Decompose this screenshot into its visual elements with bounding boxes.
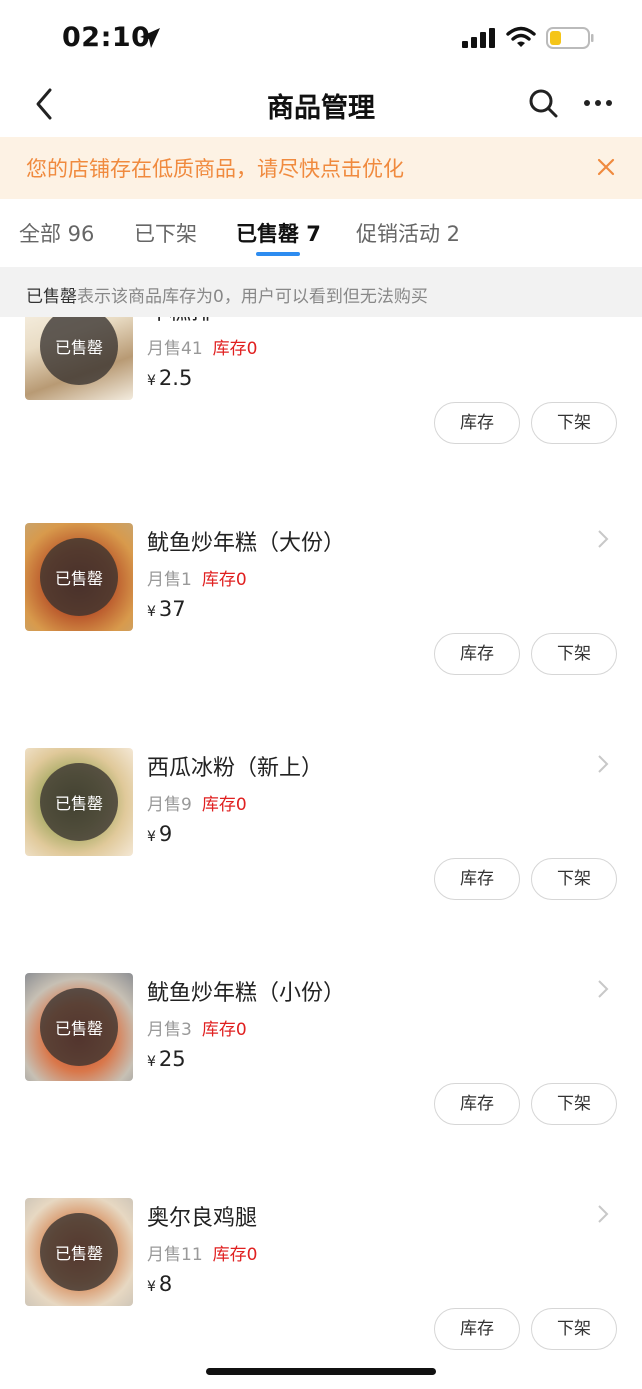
wifi-icon: [506, 26, 536, 47]
stock-count: 库存0: [212, 1245, 258, 1265]
product-price: ¥8: [147, 1272, 172, 1296]
product-image: 已售罄: [25, 317, 133, 400]
sold-out-badge-label: 已售罄: [54, 338, 103, 357]
search-icon[interactable]: [528, 88, 558, 120]
product-image: 已售罄: [25, 523, 133, 631]
stock-button[interactable]: 库存: [434, 858, 520, 900]
stock-count: 库存0: [201, 1020, 247, 1040]
product-card[interactable]: 已售罄 西瓜冰粉（新上） 月售9 库存0 ¥9 库存 下架: [0, 748, 642, 973]
monthly-sales: 月售11: [147, 1245, 203, 1265]
monthly-sales: 月售1: [147, 570, 192, 590]
tab-delisted[interactable]: 已下架: [134, 218, 197, 248]
sold-out-badge-label: 已售罄: [54, 1019, 103, 1038]
info-description: 表示该商品库存为0，用户可以看到但无法购买: [77, 287, 428, 307]
sold-out-badge-label: 已售罄: [54, 1244, 103, 1263]
product-price: ¥25: [147, 1047, 186, 1071]
sold-out-badge: 已售罄: [40, 763, 118, 841]
nav-bar: 商品管理: [0, 76, 642, 136]
tab-sold-out[interactable]: 已售罄 7: [236, 218, 321, 248]
product-card[interactable]: 已售罄 鱿鱼炒年糕（小份） 月售3 库存0 ¥25 库存 下架: [0, 973, 642, 1198]
sold-out-info-bar: 已售罄表示该商品库存为0，用户可以看到但无法购买: [0, 267, 642, 317]
filter-tabs: 全部 96 已下架 已售罄 7 促销活动 2: [0, 200, 642, 266]
chevron-right-icon[interactable]: [596, 317, 610, 318]
stock-button[interactable]: 库存: [434, 1308, 520, 1350]
chevron-right-icon[interactable]: [596, 529, 610, 549]
price-symbol: ¥: [147, 1279, 156, 1295]
active-tab-indicator: [256, 252, 300, 256]
product-price: ¥37: [147, 597, 186, 621]
sold-out-badge: 已售罄: [40, 538, 118, 616]
chevron-right-icon[interactable]: [596, 979, 610, 999]
close-icon[interactable]: [596, 157, 616, 177]
sold-out-badge-label: 已售罄: [54, 569, 103, 588]
stock-button[interactable]: 库存: [434, 1083, 520, 1125]
product-name: 鱿鱼炒年糕（大份）: [147, 531, 346, 556]
price-value: 8: [158, 1272, 173, 1296]
delist-button[interactable]: 下架: [531, 858, 617, 900]
price-symbol: ¥: [147, 604, 156, 620]
product-image: 已售罄: [25, 973, 133, 1081]
chevron-right-icon[interactable]: [596, 1204, 610, 1224]
stock-button[interactable]: 库存: [434, 633, 520, 675]
stock-count: 库存0: [201, 795, 247, 815]
product-card[interactable]: 已售罄 鱿鱼炒年糕（大份） 月售1 库存0 ¥37 库存 下架: [0, 523, 642, 748]
monthly-sales: 月售41: [147, 339, 203, 359]
price-symbol: ¥: [147, 373, 156, 389]
location-arrow-icon: [140, 28, 160, 48]
product-meta: 月售3 库存0: [147, 1015, 247, 1040]
monthly-sales: 月售3: [147, 1020, 192, 1040]
product-price: ¥9: [147, 822, 172, 846]
product-name: 奥尔良鸡腿: [147, 1206, 258, 1231]
product-meta: 月售11 库存0: [147, 1240, 257, 1265]
delist-button[interactable]: 下架: [531, 1308, 617, 1350]
price-value: 9: [158, 822, 173, 846]
product-name: 年糕排: [147, 317, 213, 326]
monthly-sales: 月售9: [147, 795, 192, 815]
status-bar: 02:10: [0, 0, 642, 76]
product-meta: 月售1 库存0: [147, 565, 247, 590]
chevron-right-icon[interactable]: [596, 754, 610, 774]
sold-out-badge: 已售罄: [40, 1213, 118, 1291]
stock-button[interactable]: 库存: [434, 402, 520, 444]
info-text: 已售罄表示该商品库存为0，用户可以看到但无法购买: [26, 282, 428, 307]
battery-icon: [546, 27, 594, 49]
sold-out-badge-label: 已售罄: [54, 794, 103, 813]
price-value: 37: [158, 597, 186, 621]
tab-promotions[interactable]: 促销活动 2: [356, 218, 460, 248]
price-value: 2.5: [158, 366, 193, 390]
product-card[interactable]: 已售罄 年糕排 月售41 库存0 ¥2.5 库存 下架: [0, 317, 642, 517]
stock-count: 库存0: [212, 339, 258, 359]
product-price: ¥2.5: [147, 366, 192, 390]
product-name: 鱿鱼炒年糕（小份）: [147, 981, 346, 1006]
price-symbol: ¥: [147, 1054, 156, 1070]
product-image: 已售罄: [25, 748, 133, 856]
stock-count: 库存0: [201, 570, 247, 590]
product-meta: 月售9 库存0: [147, 790, 247, 815]
tab-all[interactable]: 全部 96: [19, 218, 94, 248]
price-symbol: ¥: [147, 829, 156, 845]
sold-out-badge: 已售罄: [40, 988, 118, 1066]
product-name: 西瓜冰粉（新上）: [147, 756, 324, 781]
delist-button[interactable]: 下架: [531, 633, 617, 675]
quality-notice-banner[interactable]: 您的店铺存在低质商品，请尽快点击优化: [0, 137, 642, 199]
info-strong: 已售罄: [26, 287, 77, 307]
more-icon[interactable]: [584, 98, 612, 108]
product-card[interactable]: 已售罄 奥尔良鸡腿 月售11 库存0 ¥8 库存 下架: [0, 1198, 642, 1389]
price-value: 25: [158, 1047, 186, 1071]
signal-icon: [462, 28, 495, 48]
notice-text: 您的店铺存在低质商品，请尽快点击优化: [26, 157, 404, 181]
product-meta: 月售41 库存0: [147, 334, 257, 359]
product-image: 已售罄: [25, 1198, 133, 1306]
home-indicator[interactable]: [206, 1368, 436, 1375]
product-list: 已售罄 年糕排 月售41 库存0 ¥2.5 库存 下架 已售罄 鱿鱼炒年糕（大份）…: [0, 317, 642, 1389]
delist-button[interactable]: 下架: [531, 1083, 617, 1125]
delist-button[interactable]: 下架: [531, 402, 617, 444]
